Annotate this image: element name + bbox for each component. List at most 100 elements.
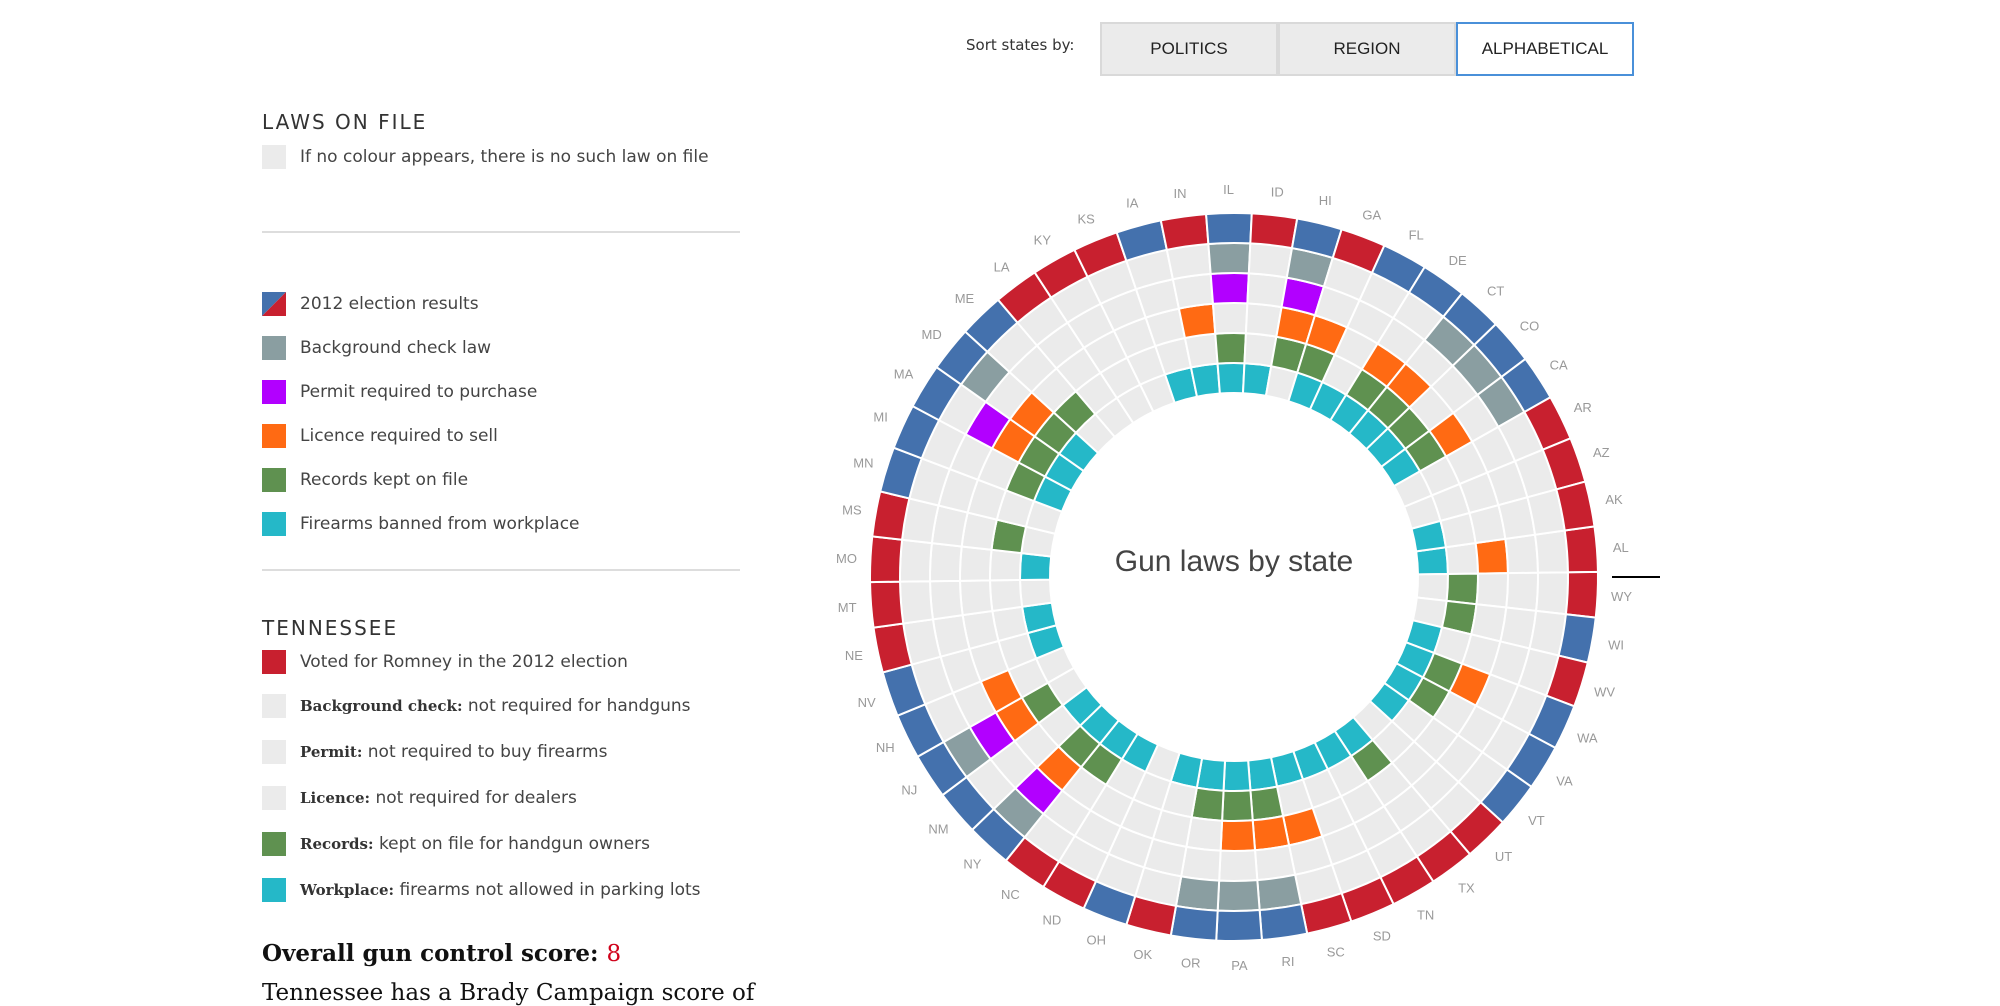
cell-in-election[interactable] [1159, 212, 1210, 252]
cell-il-permit[interactable] [1209, 272, 1250, 305]
state-label-nm[interactable]: NM [928, 821, 948, 836]
cell-id-election[interactable] [1249, 212, 1299, 250]
cell-il-background[interactable] [1207, 242, 1252, 275]
state-label-la[interactable]: LA [994, 259, 1010, 274]
state-label-sd[interactable]: SD [1373, 929, 1391, 944]
cell-al-background[interactable] [1533, 529, 1569, 574]
state-label-va[interactable]: VA [1556, 773, 1573, 788]
state-label-in[interactable]: IN [1174, 186, 1187, 201]
cell-al-permit[interactable] [1504, 533, 1539, 575]
state-label-ma[interactable]: MA [894, 367, 914, 382]
cell-id-permit[interactable] [1246, 272, 1288, 309]
state-label-ct[interactable]: CT [1487, 283, 1504, 298]
cell-in-workplace[interactable] [1189, 362, 1221, 398]
cell-pa-workplace[interactable] [1222, 759, 1252, 792]
cell-ri-permit[interactable] [1253, 844, 1297, 882]
cell-wy-election[interactable] [1564, 570, 1599, 619]
state-label-wv[interactable]: WV [1594, 685, 1615, 700]
state-label-al[interactable]: AL [1613, 540, 1629, 555]
cell-mo-permit[interactable] [929, 542, 963, 583]
cell-il-election[interactable] [1204, 212, 1253, 246]
cell-il-records[interactable] [1214, 332, 1247, 365]
state-label-fl[interactable]: FL [1409, 227, 1424, 242]
cell-or-election[interactable] [1169, 904, 1219, 942]
state-label-ar[interactable]: AR [1574, 400, 1592, 415]
state-label-ak[interactable]: AK [1605, 492, 1623, 507]
state-label-ms[interactable]: MS [842, 503, 862, 518]
cell-mt-permit[interactable] [929, 579, 964, 621]
cell-id-background[interactable] [1247, 242, 1294, 279]
cell-mt-background[interactable] [899, 580, 935, 625]
state-label-sc[interactable]: SC [1327, 944, 1345, 959]
state-label-nc[interactable]: NC [1001, 887, 1020, 902]
state-label-wy[interactable]: WY [1611, 589, 1632, 604]
cell-pa-licence[interactable] [1219, 819, 1257, 852]
state-label-ny[interactable]: NY [963, 857, 981, 872]
state-label-nh[interactable]: NH [876, 740, 895, 755]
cell-il-licence[interactable] [1211, 302, 1249, 335]
state-label-hi[interactable]: HI [1319, 193, 1332, 208]
state-label-tx[interactable]: TX [1458, 881, 1475, 896]
state-label-ca[interactable]: CA [1550, 358, 1568, 373]
state-label-oh[interactable]: OH [1086, 933, 1106, 948]
cell-mo-licence[interactable] [959, 545, 993, 582]
cell-ri-records[interactable] [1249, 785, 1285, 822]
state-label-nj[interactable]: NJ [901, 782, 917, 797]
cell-id-licence[interactable] [1244, 302, 1283, 338]
state-label-nd[interactable]: ND [1042, 913, 1061, 928]
cell-mo-records[interactable] [989, 548, 1023, 582]
cell-ri-licence[interactable] [1251, 814, 1291, 852]
state-label-wi[interactable]: WI [1608, 637, 1624, 652]
cell-mo-background[interactable] [899, 538, 934, 583]
cell-mt-licence[interactable] [959, 579, 994, 617]
cell-or-permit[interactable] [1180, 845, 1222, 882]
cell-al-records[interactable] [1444, 541, 1479, 576]
cell-al-election[interactable] [1563, 525, 1599, 574]
state-label-co[interactable]: CO [1520, 319, 1540, 334]
state-label-ks[interactable]: KS [1077, 211, 1095, 226]
state-label-mo[interactable]: MO [836, 551, 857, 566]
cell-ri-election[interactable] [1258, 902, 1309, 942]
state-label-ia[interactable]: IA [1126, 196, 1139, 211]
cell-mo-election[interactable] [869, 535, 904, 584]
cell-wy-permit[interactable] [1505, 571, 1539, 612]
state-label-il[interactable]: IL [1223, 182, 1234, 197]
state-label-ok[interactable]: OK [1133, 947, 1152, 962]
cell-or-background[interactable] [1174, 875, 1221, 912]
state-label-pa[interactable]: PA [1231, 958, 1248, 973]
state-label-de[interactable]: DE [1449, 253, 1467, 268]
cell-in-licence[interactable] [1177, 302, 1217, 340]
state-label-ne[interactable]: NE [845, 648, 863, 663]
state-label-md[interactable]: MD [922, 327, 942, 342]
cell-wy-workplace[interactable] [1415, 572, 1449, 602]
cell-ri-workplace[interactable] [1247, 756, 1279, 792]
cell-mt-election[interactable] [869, 580, 905, 629]
cell-in-permit[interactable] [1171, 272, 1215, 310]
state-label-wa[interactable]: WA [1577, 730, 1598, 745]
cell-mo-workplace[interactable] [1019, 552, 1053, 582]
cell-mt-records[interactable] [989, 578, 1024, 613]
state-label-mi[interactable]: MI [873, 410, 887, 425]
state-label-vt[interactable]: VT [1528, 813, 1545, 828]
cell-al-licence[interactable] [1474, 537, 1509, 575]
state-label-ky[interactable]: KY [1034, 233, 1052, 248]
cell-pa-background[interactable] [1216, 879, 1261, 912]
state-label-az[interactable]: AZ [1593, 445, 1610, 460]
cell-wy-background[interactable] [1535, 571, 1569, 616]
cell-in-records[interactable] [1183, 332, 1219, 369]
cell-pa-election[interactable] [1215, 908, 1264, 942]
state-label-me[interactable]: ME [955, 291, 975, 306]
cell-wi-election[interactable] [1557, 613, 1597, 664]
state-label-ga[interactable]: GA [1362, 207, 1381, 222]
cell-pa-permit[interactable] [1218, 849, 1259, 882]
cell-wy-licence[interactable] [1475, 572, 1509, 609]
cell-il-workplace[interactable] [1216, 362, 1246, 395]
state-label-mt[interactable]: MT [838, 600, 857, 615]
state-label-mn[interactable]: MN [853, 455, 873, 470]
state-label-ri[interactable]: RI [1281, 954, 1294, 969]
state-label-tn[interactable]: TN [1417, 907, 1434, 922]
cell-wy-records[interactable] [1445, 572, 1479, 606]
state-label-or[interactable]: OR [1181, 956, 1201, 971]
state-label-nv[interactable]: NV [858, 695, 876, 710]
cell-ms-election[interactable] [871, 490, 911, 541]
